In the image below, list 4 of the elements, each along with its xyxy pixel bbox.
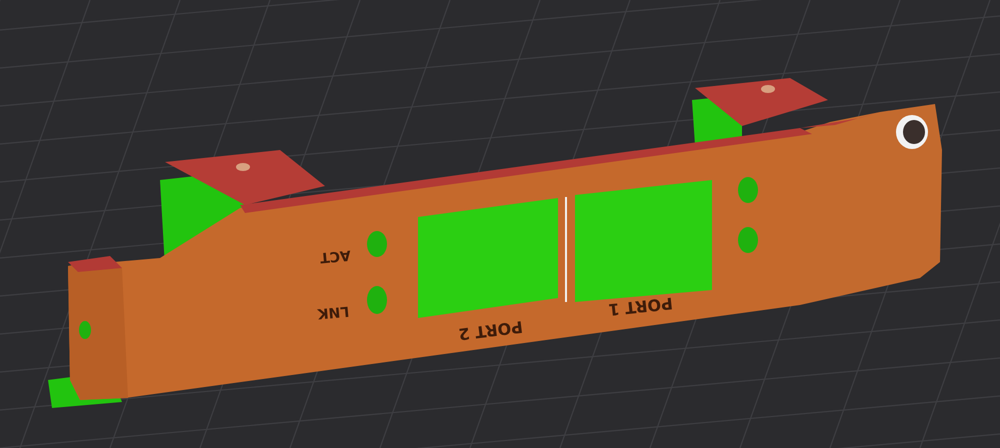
- engraved-label: PORT 2: [457, 317, 524, 344]
- engraved-label: PORT 1: [607, 294, 674, 320]
- engraved-label: LNK: [316, 302, 350, 322]
- engraved-label: ACT: [319, 246, 352, 266]
